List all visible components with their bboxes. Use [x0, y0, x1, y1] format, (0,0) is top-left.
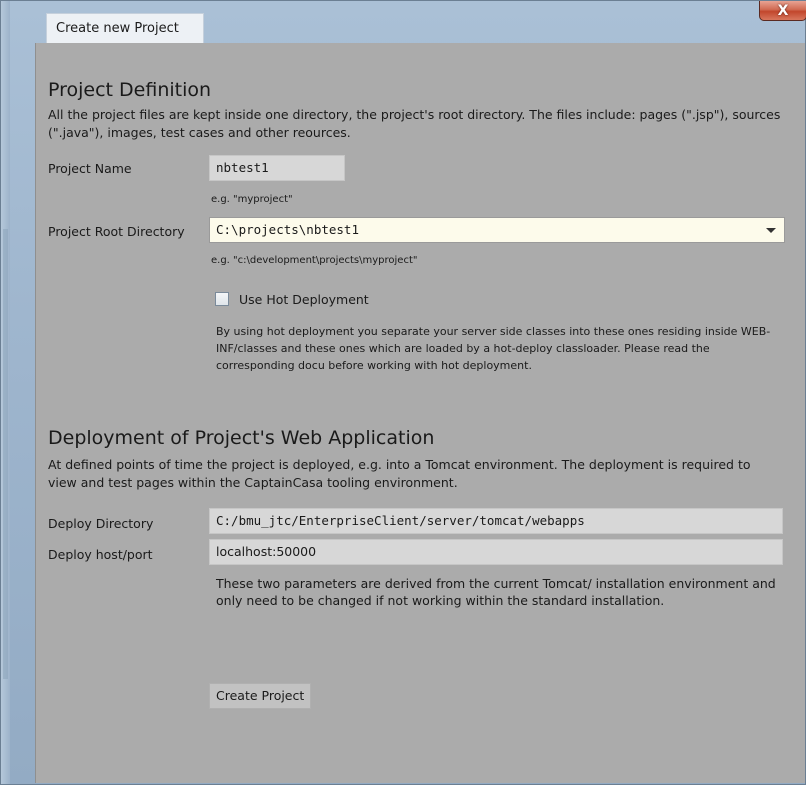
- project-root-hint: e.g. "c:\development\projects\myproject": [211, 255, 418, 266]
- dialog-content: Project Definition All the project files…: [35, 43, 805, 783]
- project-name-label: Project Name: [48, 161, 132, 176]
- project-definition-description: All the project files are kept inside on…: [48, 107, 781, 140]
- hot-deployment-checkbox[interactable]: [215, 292, 229, 306]
- window-left-frame: [1, 1, 10, 784]
- project-root-value: C:\projects\nbtest1: [216, 222, 359, 237]
- close-button[interactable]: X: [759, 1, 806, 21]
- project-root-label: Project Root Directory: [48, 224, 185, 239]
- section-title-project-definition: Project Definition: [48, 79, 212, 101]
- frame-resize-edge[interactable]: [3, 229, 8, 679]
- close-icon: X: [777, 2, 789, 19]
- deploy-directory-label: Deploy Directory: [48, 516, 154, 531]
- window-title: Create new Project: [56, 21, 179, 36]
- chevron-down-icon[interactable]: [766, 228, 776, 233]
- project-root-combobox[interactable]: C:\projects\nbtest1: [209, 217, 785, 243]
- project-name-hint: e.g. "myproject": [211, 194, 293, 205]
- deploy-host-input[interactable]: localhost:50000: [209, 539, 783, 565]
- deployment-description: At defined points of time the project is…: [48, 457, 751, 490]
- deploy-directory-input[interactable]: C:/bmu_jtc/EnterpriseClient/server/tomca…: [209, 508, 783, 534]
- create-project-dialog: Create new Project X Project Definition …: [0, 0, 806, 785]
- hot-deployment-label[interactable]: Use Hot Deployment: [239, 292, 369, 307]
- section-title-deployment: Deployment of Project's Web Application: [48, 427, 435, 449]
- create-project-button[interactable]: Create Project: [209, 683, 312, 709]
- deployment-note: These two parameters are derived from th…: [216, 576, 776, 608]
- project-name-input[interactable]: nbtest1: [209, 155, 345, 181]
- deploy-host-label: Deploy host/port: [48, 547, 153, 562]
- title-bar[interactable]: Create new Project X: [10, 1, 806, 45]
- hot-deployment-description: By using hot deployment you separate you…: [216, 325, 771, 372]
